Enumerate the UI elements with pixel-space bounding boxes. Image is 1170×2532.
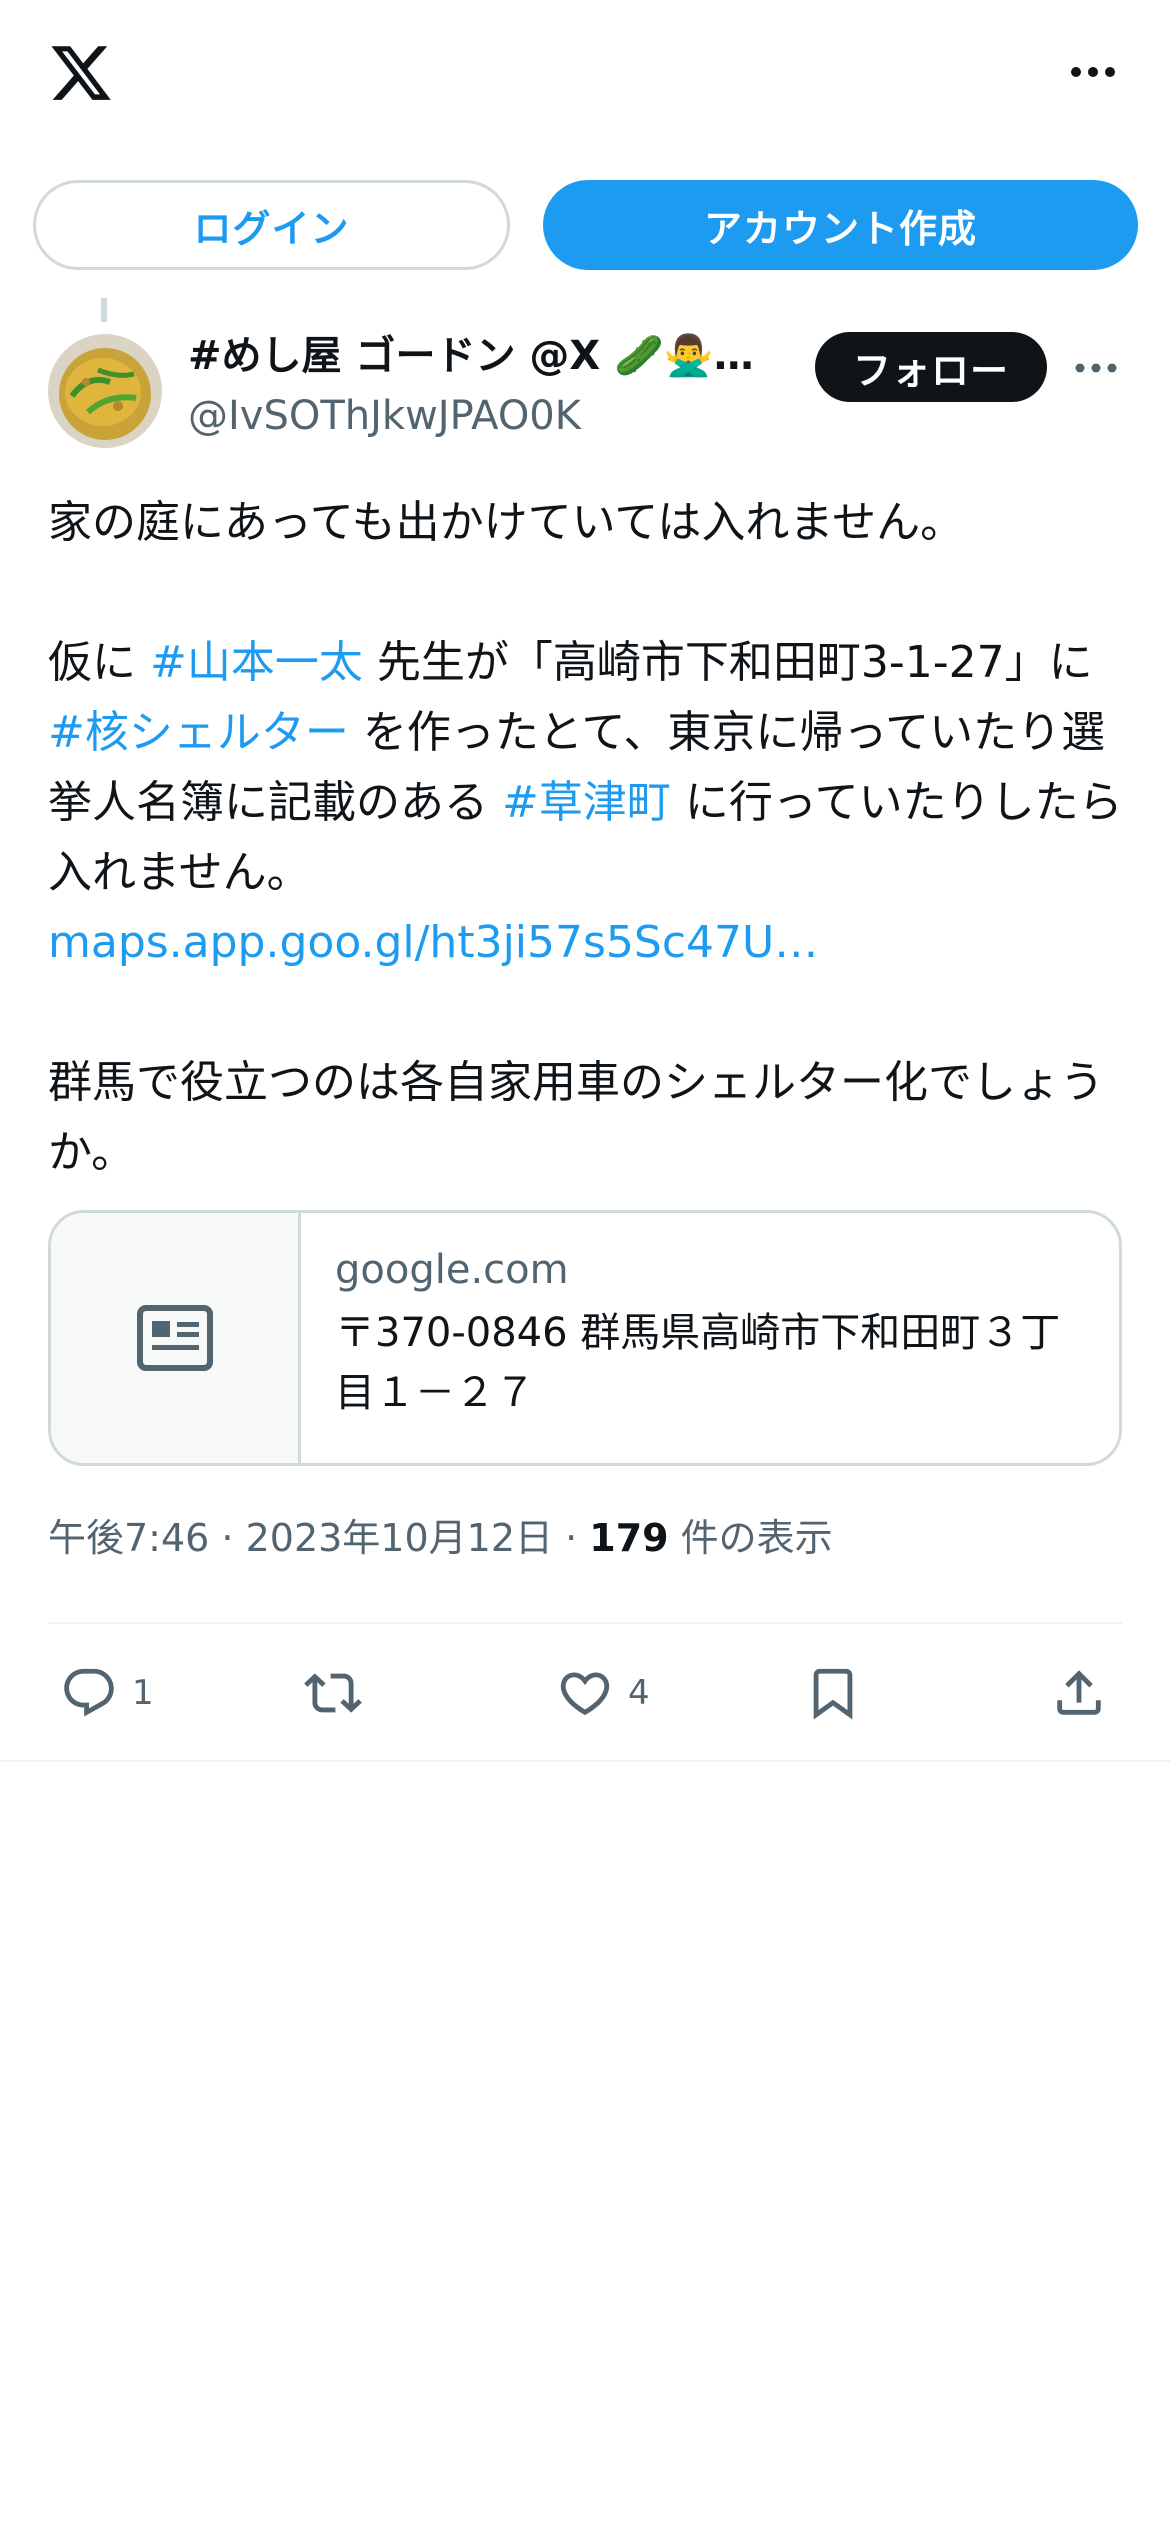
bookmark-button[interactable]: [804, 1660, 862, 1726]
divider: [48, 1622, 1122, 1624]
url-link[interactable]: maps.app.goo.gl/ht3ji57s5Sc47U…: [48, 917, 818, 968]
reply-button[interactable]: 1: [60, 1660, 154, 1726]
tweet-text: 家の庭にあっても出かけていては入れません。 仮に #山本一太 先生が「高崎市下和…: [48, 488, 1138, 1188]
view-label: 件の表示: [668, 1516, 833, 1560]
separator: ·: [553, 1516, 590, 1560]
text-segment: 仮に: [48, 637, 150, 688]
link-card[interactable]: google.com 〒370-0846 群馬県高崎市下和田町３丁目１－２７: [48, 1210, 1122, 1466]
author-handle[interactable]: @IvSOThJkwJPAO0K: [188, 388, 581, 444]
share-button[interactable]: [1050, 1660, 1108, 1726]
retweet-icon: [304, 1673, 362, 1713]
text-segment: 先生が「高崎市下和田町3-1-27」に: [362, 637, 1093, 688]
separator: ·: [209, 1516, 246, 1560]
retweet-button[interactable]: [304, 1660, 376, 1726]
tweet-paragraph: 家の庭にあっても出かけていては入れません。: [48, 497, 965, 548]
hashtag-link[interactable]: #山本一太: [150, 637, 363, 688]
card-domain: google.com: [335, 1247, 569, 1293]
author-display-name[interactable]: #めし屋 ゴードン @X 🥒🙅‍♂️…: [188, 328, 798, 384]
avatar[interactable]: [48, 334, 162, 448]
avatar-image: [48, 334, 162, 448]
more-horizontal-icon[interactable]: [1073, 350, 1119, 386]
news-article-icon: [136, 1305, 213, 1371]
x-logo-icon[interactable]: [48, 40, 114, 106]
view-count: 179: [589, 1516, 669, 1560]
reply-count: 1: [132, 1673, 154, 1713]
login-button[interactable]: ログイン: [33, 180, 510, 270]
tweet-meta: 午後7:46 · 2023年10月12日 · 179 件の表示: [48, 1510, 833, 1566]
top-bar: [0, 0, 1170, 150]
follow-button[interactable]: フォロー: [815, 332, 1047, 402]
card-thumbnail: [51, 1213, 301, 1463]
card-title: 〒370-0846 群馬県高崎市下和田町３丁目１－２７: [335, 1310, 1061, 1416]
tweet-time[interactable]: 午後7:46: [48, 1516, 209, 1560]
hashtag-link[interactable]: #草津町: [502, 777, 671, 828]
thread-connector: [101, 298, 107, 322]
signup-button[interactable]: アカウント作成: [543, 180, 1138, 270]
hashtag-link[interactable]: #核シェルター: [48, 707, 349, 758]
tweet-date[interactable]: 2023年10月12日: [246, 1516, 553, 1560]
card-body: google.com 〒370-0846 群馬県高崎市下和田町３丁目１－２７: [301, 1213, 1119, 1463]
like-count: 4: [628, 1673, 650, 1713]
tweet-paragraph: 仮に #山本一太 先生が「高崎市下和田町3-1-27」に #核シェルター を作っ…: [48, 628, 1138, 978]
share-icon: [1057, 1670, 1101, 1715]
bookmark-icon: [813, 1668, 853, 1720]
divider: [0, 1760, 1170, 1762]
like-button[interactable]: 4: [556, 1660, 650, 1726]
tweet-paragraph: 群馬で役立つのは各自家用車のシェルター化でしょうか。: [48, 1057, 1104, 1178]
heart-icon: [560, 1672, 610, 1716]
reply-icon: [64, 1668, 114, 1717]
more-horizontal-icon[interactable]: [1068, 52, 1118, 92]
